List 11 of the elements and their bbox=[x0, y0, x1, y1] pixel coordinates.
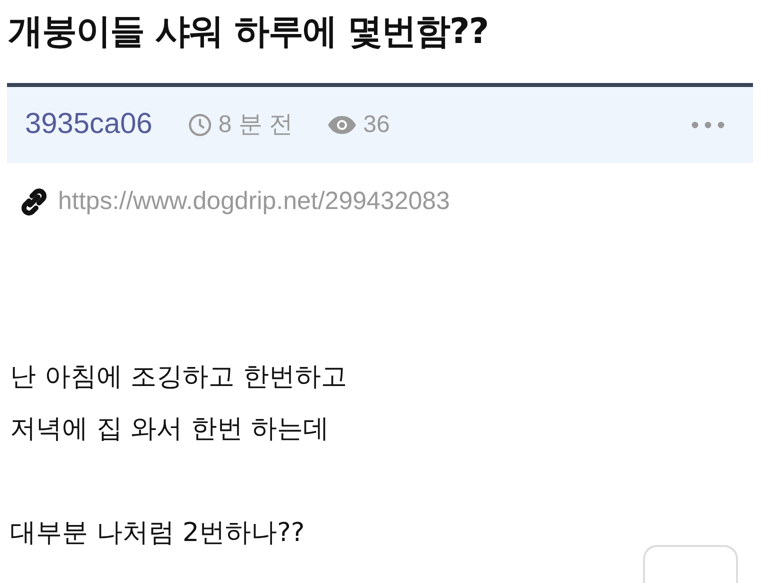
body-text: 저녁에 집 와서 한번 하는데 bbox=[10, 412, 330, 446]
body-text: 대부분 나처럼 2번하나?? bbox=[10, 516, 306, 550]
post-time: 8 분 전 bbox=[218, 110, 294, 140]
clock-icon bbox=[188, 113, 212, 137]
post-url[interactable]: https://www.dogdrip.net/299432083 bbox=[58, 183, 450, 220]
view-count: 36 bbox=[363, 110, 390, 140]
more-icon[interactable] bbox=[691, 121, 725, 129]
eye-icon bbox=[327, 115, 358, 135]
body-text: 난 아침에 조깅하고 한번하고 bbox=[10, 360, 348, 394]
post-title: 개붕이들 샤워 하루에 몇번함?? bbox=[7, 11, 490, 54]
author-name[interactable]: 3935ca06 bbox=[25, 103, 152, 147]
